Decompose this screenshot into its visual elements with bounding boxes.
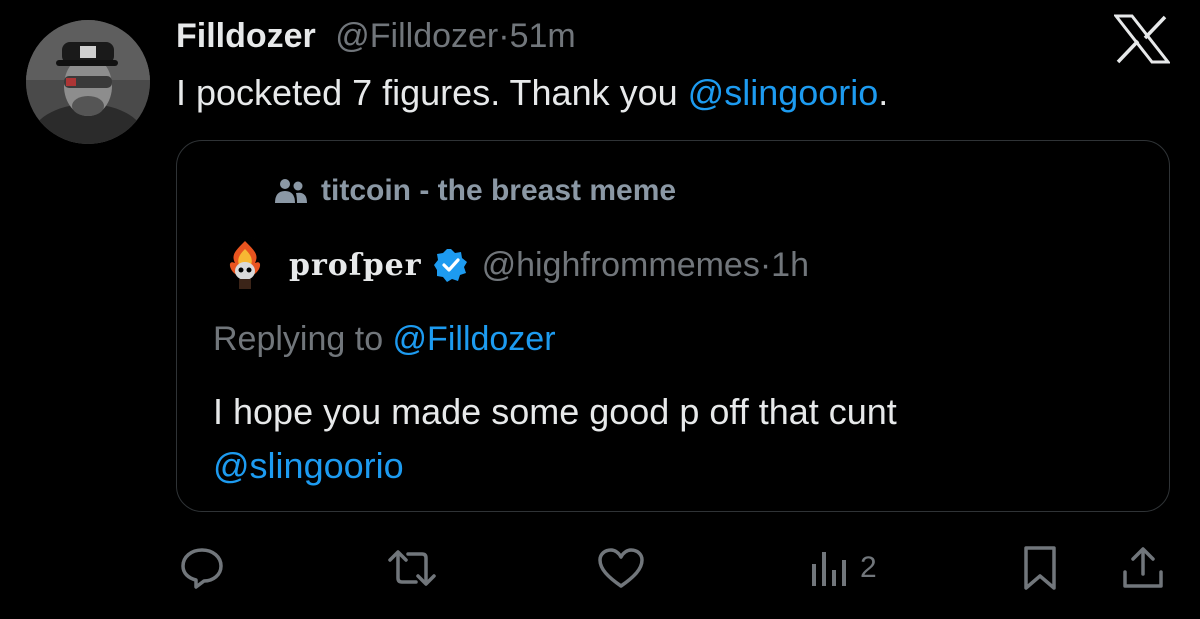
post-header: Filldozer @Filldozer·51m <box>176 14 576 58</box>
quoted-text: I hope you made some good p off that cun… <box>213 385 1133 493</box>
repost-button[interactable] <box>384 538 440 598</box>
community-name: titcoin - the breast meme <box>321 174 677 207</box>
replying-to: Replying to @Filldozer <box>213 317 556 361</box>
replying-to-link[interactable]: @Filldozer <box>393 320 556 358</box>
post-text: I pocketed 7 figures. Thank you @slingoo… <box>176 70 888 116</box>
verified-badge-icon <box>433 249 467 282</box>
community-icon <box>275 179 307 203</box>
community-label[interactable]: titcoin - the breast meme <box>273 171 676 211</box>
share-button[interactable] <box>1120 538 1166 598</box>
quoted-author-handle[interactable]: @highfrommemes <box>482 246 760 285</box>
quoted-author-row: proſper @highfrommemes · 1h <box>217 237 809 293</box>
quoted-post[interactable]: titcoin - the breast meme proſper @highf… <box>176 140 1170 512</box>
quoted-separator: · <box>759 245 772 284</box>
post-text-body: I pocketed 7 figures. Thank you <box>176 72 688 113</box>
repost-icon <box>388 550 436 586</box>
quoted-mention-link[interactable]: @slingoorio <box>213 439 1133 493</box>
like-button[interactable] <box>596 538 646 598</box>
reply-button[interactable] <box>178 538 226 598</box>
views-count: 2 <box>860 551 877 584</box>
post-mention-link[interactable]: @slingoorio <box>688 72 879 113</box>
share-icon <box>1123 547 1163 588</box>
author-name[interactable]: Filldozer <box>176 17 316 55</box>
quoted-text-body: I hope you made some good p off that cun… <box>213 391 897 432</box>
x-logo-icon <box>1114 14 1170 64</box>
replying-label: Replying to <box>213 320 393 358</box>
post-text-end: . <box>878 72 889 113</box>
bookmark-icon <box>1024 546 1056 590</box>
header-separator: · <box>498 17 510 55</box>
heart-icon <box>598 548 644 588</box>
quoted-time[interactable]: 1h <box>771 246 809 285</box>
views-button[interactable]: 2 <box>808 538 877 598</box>
quoted-author-avatar[interactable] <box>217 237 273 293</box>
profile-photo-icon <box>26 20 150 144</box>
author-avatar[interactable] <box>26 20 150 144</box>
bookmark-button[interactable] <box>1020 538 1060 598</box>
flaming-skull-icon <box>217 237 273 293</box>
action-bar: 2 <box>0 538 1200 598</box>
author-handle[interactable]: @Filldozer <box>335 17 498 55</box>
views-icon <box>812 552 846 586</box>
post-time[interactable]: 51m <box>510 17 576 55</box>
quoted-author-name[interactable]: proſper <box>289 248 422 283</box>
reply-icon <box>181 548 223 589</box>
